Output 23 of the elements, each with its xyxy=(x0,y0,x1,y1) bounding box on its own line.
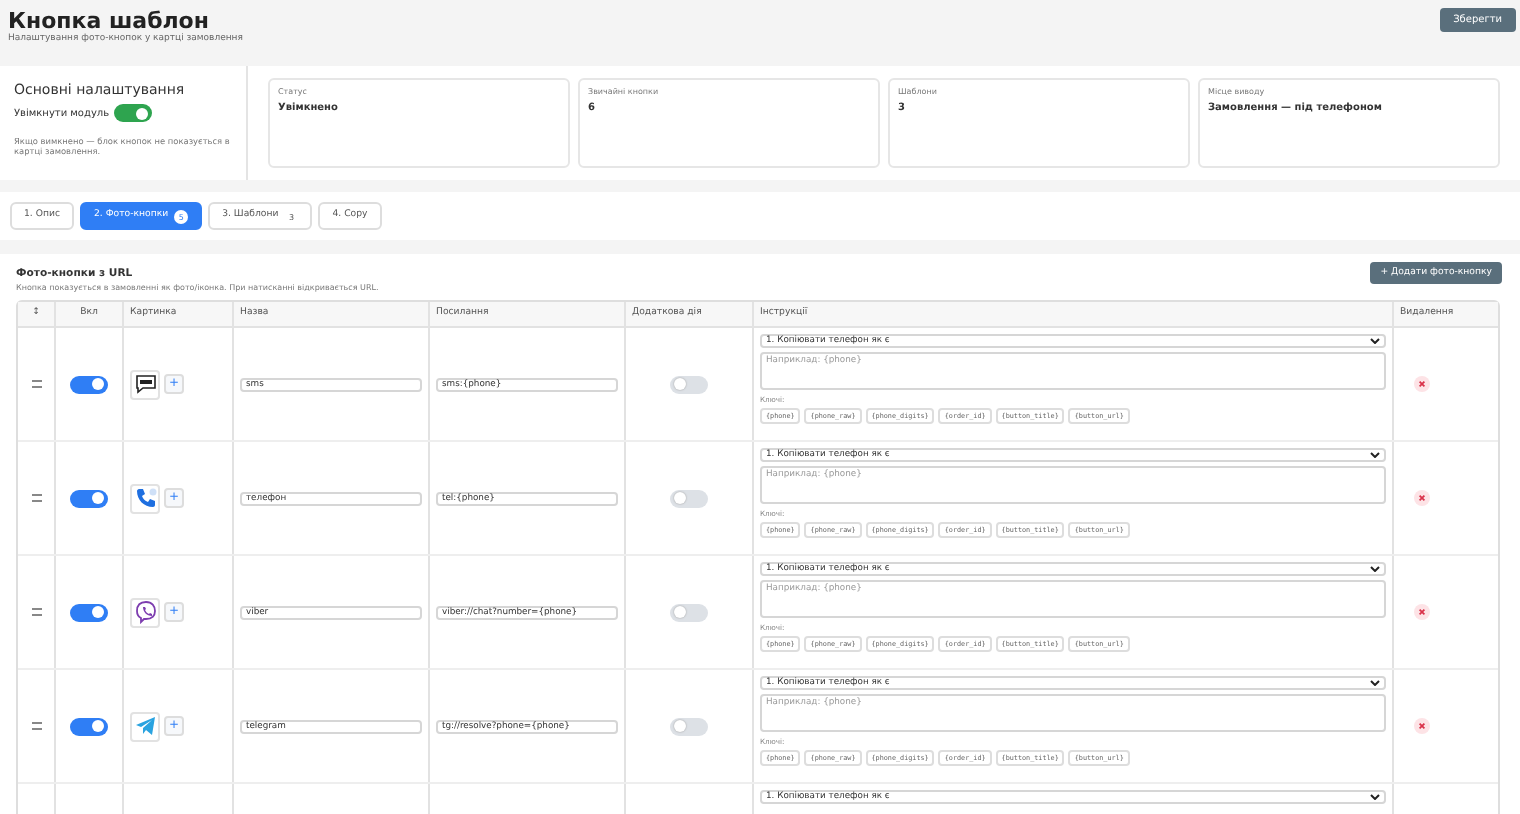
extra-action-toggle[interactable] xyxy=(670,375,708,394)
close-icon xyxy=(1418,494,1426,503)
enable-toggle[interactable] xyxy=(70,717,108,736)
delete-button[interactable] xyxy=(1414,376,1430,393)
close-icon xyxy=(1418,608,1426,617)
caret-icon xyxy=(1370,566,1380,573)
enable-toggle[interactable] xyxy=(70,489,108,508)
extra-action-toggle[interactable] xyxy=(670,717,708,736)
module-toggle[interactable] xyxy=(114,104,153,123)
enable-toggle[interactable] xyxy=(70,375,108,394)
caret-icon xyxy=(1370,794,1380,801)
enable-toggle[interactable] xyxy=(70,603,108,622)
extra-action-toggle[interactable] xyxy=(670,603,708,622)
delete-button[interactable] xyxy=(1414,604,1430,621)
caret-icon xyxy=(1370,338,1380,345)
delete-button[interactable] xyxy=(1414,718,1430,735)
close-icon xyxy=(1418,722,1426,731)
delete-button[interactable] xyxy=(1414,490,1430,507)
extra-action-toggle[interactable] xyxy=(670,489,708,508)
page-title: Кнопка шаблон xyxy=(8,8,211,34)
caret-icon xyxy=(1370,452,1380,459)
close-icon xyxy=(1418,380,1426,389)
caret-icon xyxy=(1370,680,1380,687)
